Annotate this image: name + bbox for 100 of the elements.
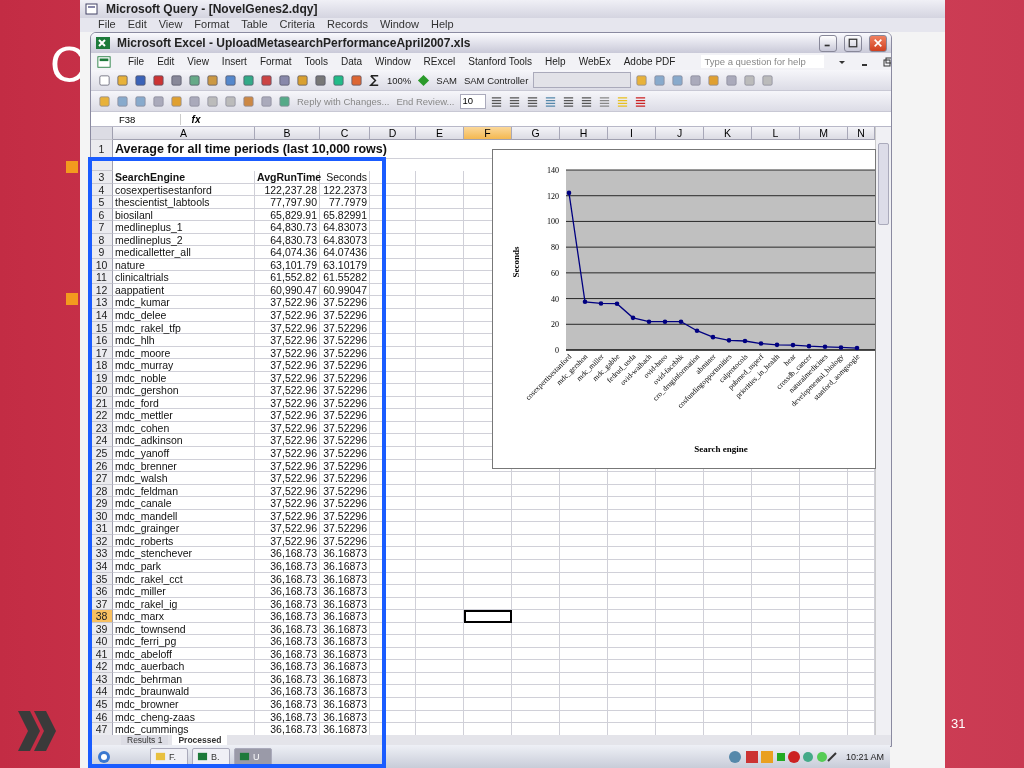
column-header[interactable]: I (608, 127, 656, 140)
toolbar-icon[interactable] (241, 72, 256, 88)
font-size-dropdown[interactable]: 10 (459, 93, 486, 109)
empty-cell (416, 685, 464, 698)
menu-item[interactable]: Format (259, 56, 292, 67)
row-header[interactable]: 38 (91, 610, 113, 623)
row-header[interactable]: 27 (91, 472, 113, 485)
column-header[interactable]: D (370, 127, 416, 140)
select-all-corner[interactable] (91, 127, 113, 140)
row-header[interactable]: 3 (91, 171, 113, 184)
vertical-scrollbar[interactable] (875, 127, 891, 735)
toolbar-icon[interactable] (205, 72, 220, 88)
row-header[interactable]: 20 (91, 384, 113, 397)
toolbar-icon[interactable] (223, 72, 238, 88)
menu-item[interactable]: Criteria (279, 18, 315, 32)
row-header[interactable]: 31 (91, 522, 113, 535)
row-header[interactable]: 18 (91, 359, 113, 372)
column-header[interactable]: E (416, 127, 464, 140)
browser-icon[interactable] (96, 748, 112, 765)
zoom-dropdown[interactable]: 100% (385, 74, 414, 86)
add-in-icon[interactable] (416, 72, 432, 88)
taskbar-button[interactable]: F. (150, 747, 188, 766)
menu-item[interactable]: Records (326, 18, 368, 32)
toolbar-icon[interactable] (241, 93, 256, 109)
menu-item[interactable]: File (128, 56, 145, 67)
row-header[interactable]: 5 (91, 196, 113, 209)
toolbar-button[interactable]: SAM Controller (461, 74, 531, 86)
row-header[interactable]: 7 (91, 221, 113, 234)
taskbar-button[interactable]: B. (192, 747, 230, 766)
column-header[interactable]: F (464, 127, 512, 140)
column-header[interactable]: A (113, 127, 255, 140)
toolbar-dropdown[interactable] (533, 72, 632, 88)
menu-item[interactable]: Help (545, 56, 566, 67)
column-header[interactable]: J (656, 127, 704, 140)
row-header[interactable]: 36 (91, 585, 113, 598)
row-header[interactable]: 24 (91, 434, 113, 448)
menu-item[interactable]: File (98, 18, 116, 32)
column-header[interactable]: M (800, 127, 848, 140)
column-header[interactable]: C (320, 127, 370, 140)
column-header[interactable]: H (560, 127, 608, 140)
menu-item[interactable]: Window (375, 56, 411, 67)
toolbar-icon[interactable] (169, 72, 184, 88)
row-header[interactable]: 47 (91, 723, 113, 735)
column-header[interactable]: G (512, 127, 560, 140)
menu-item[interactable]: Data (340, 56, 363, 67)
table-cell: 36.16873 (320, 597, 370, 611)
row-header[interactable]: 11 (91, 271, 113, 284)
row-header[interactable]: 16 (91, 334, 113, 347)
name-box[interactable]: F38 (91, 113, 181, 125)
menu-item[interactable]: View (158, 18, 183, 32)
toolbar-icon[interactable] (187, 72, 202, 88)
menu-item[interactable]: Window (379, 18, 420, 32)
restore-icon[interactable] (882, 56, 891, 67)
close-button[interactable] (869, 34, 887, 52)
toolbar-icon[interactable] (277, 72, 292, 88)
table-cell: 36,168.73 (255, 635, 320, 648)
row-header[interactable]: 33 (91, 547, 113, 560)
toolbar-icon[interactable] (133, 72, 148, 88)
column-header[interactable]: N (848, 127, 875, 140)
column-header[interactable]: B (255, 127, 320, 140)
menu-item[interactable]: Edit (157, 56, 175, 67)
empty-cell (800, 559, 848, 573)
column-header[interactable]: K (704, 127, 752, 140)
menu-item[interactable]: Tools (304, 56, 328, 67)
row-header[interactable]: 44 (91, 685, 113, 698)
empty-cell (464, 697, 512, 711)
menu-item[interactable]: RExcel (423, 56, 456, 67)
menu-item[interactable]: Format (194, 18, 230, 32)
row-header[interactable]: 29 (91, 497, 113, 510)
row-header[interactable]: 42 (91, 660, 113, 673)
menu-item[interactable]: WebEx (578, 56, 611, 67)
function-label[interactable]: fx (181, 113, 211, 125)
row-header[interactable]: 14 (91, 309, 113, 322)
row-header[interactable]: 40 (91, 635, 113, 648)
help-search-field[interactable]: Type a question for help (701, 55, 824, 68)
menu-item[interactable]: View (187, 56, 209, 67)
toolbar-icon[interactable] (259, 72, 274, 88)
toolbar-button[interactable]: SAM (434, 74, 459, 86)
row-header[interactable]: 13 (91, 296, 113, 309)
menu-item[interactable]: Help (431, 18, 454, 32)
menu-item[interactable]: Stanford Tools (468, 56, 533, 67)
table-cell: mdc_cheng-zaas (113, 710, 255, 724)
menu-item[interactable]: Table (241, 18, 268, 32)
maximize-button[interactable] (844, 34, 862, 52)
bullet-icon (66, 293, 78, 305)
toolbar-icon[interactable] (331, 72, 346, 88)
column-header[interactable]: L (752, 127, 800, 140)
menu-item[interactable]: Edit (127, 18, 147, 32)
toolbar-icon[interactable] (151, 72, 166, 88)
row-header[interactable]: 25 (91, 447, 113, 460)
toolbar-icon[interactable] (313, 72, 328, 88)
row-header[interactable]: 22 (91, 409, 113, 422)
menu-item[interactable]: Adobe PDF (623, 56, 676, 67)
empty-cell (656, 647, 704, 661)
menu-item[interactable]: Insert (221, 56, 247, 67)
table-cell: 36.16873 (320, 697, 370, 711)
toolbar-icon[interactable] (349, 72, 364, 88)
toolbar-icon[interactable] (295, 72, 310, 88)
row-header[interactable]: 9 (91, 246, 113, 259)
active-cell[interactable] (464, 610, 512, 623)
